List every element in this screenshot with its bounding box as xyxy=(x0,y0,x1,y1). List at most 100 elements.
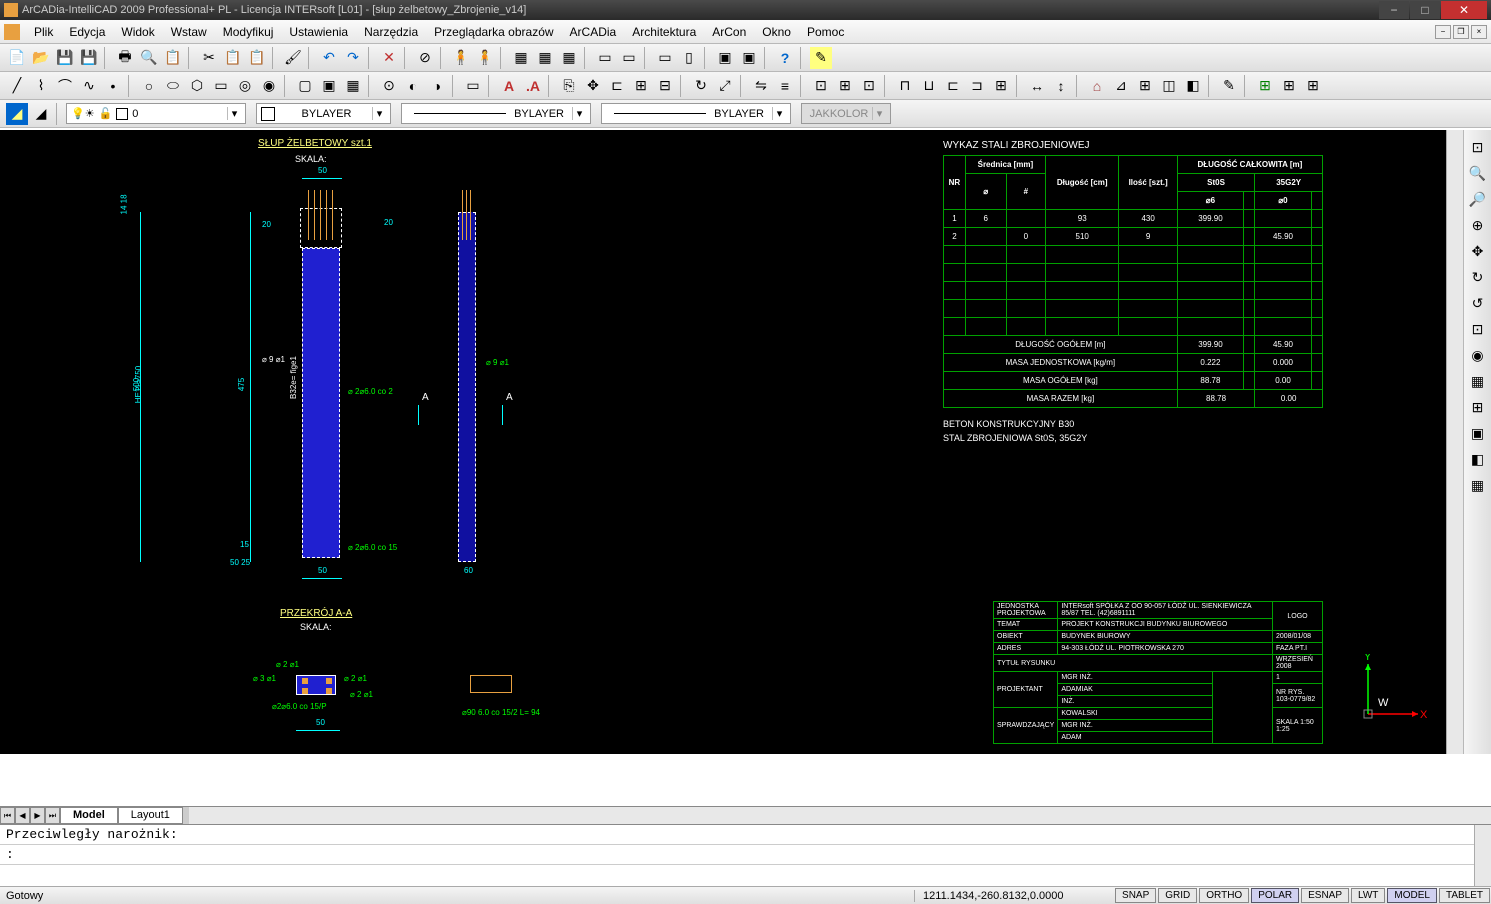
drawing-canvas[interactable]: SŁUP ŻELBETOWY szt.1 SKALA: 50 14 18 HE1… xyxy=(0,130,1463,754)
exp3-icon[interactable]: ⊞ xyxy=(1302,75,1324,97)
menu-wstaw[interactable]: Wstaw xyxy=(163,23,215,41)
regen-icon[interactable]: ↻ xyxy=(1467,266,1489,288)
menu-edycja[interactable]: Edycja xyxy=(61,23,113,41)
close-button[interactable]: ✕ xyxy=(1441,1,1487,19)
menu-architektura[interactable]: Architektura xyxy=(624,23,704,41)
pan-icon[interactable]: ✥ xyxy=(1467,240,1489,262)
menu-widok[interactable]: Widok xyxy=(113,23,162,41)
tab-prev[interactable]: ◀ xyxy=(15,807,30,824)
grid2-icon[interactable]: ▦ xyxy=(534,47,556,69)
hscrollbar[interactable] xyxy=(189,807,1491,824)
linetype-dropdown[interactable]: BYLAYER ▾ xyxy=(401,103,591,124)
spline-icon[interactable]: ∿ xyxy=(78,75,100,97)
print-icon[interactable]: 🖶 xyxy=(114,47,136,69)
ellipse-icon[interactable]: ⬭ xyxy=(162,75,184,97)
rect-icon[interactable]: ▭ xyxy=(210,75,232,97)
help-icon[interactable]: ? xyxy=(774,47,796,69)
status-ortho[interactable]: ORTHO xyxy=(1199,888,1249,903)
preview-icon[interactable]: 🔍 xyxy=(138,47,160,69)
menu-przegladarka[interactable]: Przeglądarka obrazów xyxy=(426,23,561,41)
tab-first[interactable]: ⏮ xyxy=(0,807,15,824)
cmd-scrollbar[interactable] xyxy=(1474,825,1491,886)
arch1-icon[interactable]: ⌂ xyxy=(1086,75,1108,97)
text-icon[interactable]: ◑ xyxy=(426,75,448,97)
zoom-out-icon[interactable]: 🔎 xyxy=(1467,188,1489,210)
array-icon[interactable]: ⊞ xyxy=(630,75,652,97)
command-window[interactable]: Przeciwległy narożnik: : xyxy=(0,824,1491,886)
arch2-icon[interactable]: ⊿ xyxy=(1110,75,1132,97)
table-icon[interactable]: ▭ xyxy=(462,75,484,97)
donut-icon[interactable]: ◉ xyxy=(258,75,280,97)
cut-icon[interactable]: ✂ xyxy=(198,47,220,69)
mdi-close[interactable]: × xyxy=(1471,25,1487,39)
status-tablet[interactable]: TABLET xyxy=(1439,888,1490,903)
layerstate-icon[interactable]: ◢ xyxy=(30,103,52,125)
tab-layout1[interactable]: Layout1 xyxy=(118,807,183,824)
vp-icon[interactable]: ▦ xyxy=(1467,370,1489,392)
copy-icon[interactable]: 📋 xyxy=(222,47,244,69)
chamfer-icon[interactable]: ⊐ xyxy=(966,75,988,97)
vp2-icon[interactable]: ▯ xyxy=(678,47,700,69)
tab-last[interactable]: ⏭ xyxy=(45,807,60,824)
arch4-icon[interactable]: ◫ xyxy=(1158,75,1180,97)
dim-icon[interactable]: ⊙ xyxy=(378,75,400,97)
render-icon[interactable]: ⊞ xyxy=(1467,396,1489,418)
layers-icon[interactable]: ◢ xyxy=(6,103,28,125)
wand-icon[interactable]: ✎ xyxy=(1218,75,1240,97)
redraw-icon[interactable]: ↺ xyxy=(1467,292,1489,314)
layers2-icon[interactable]: ▦ xyxy=(1467,474,1489,496)
trim-icon[interactable]: ⊓ xyxy=(894,75,916,97)
exp2-icon[interactable]: ⊞ xyxy=(1278,75,1300,97)
3dorbit-icon[interactable]: ◉ xyxy=(1467,344,1489,366)
delete-icon[interactable]: ✕ xyxy=(378,47,400,69)
grid1-icon[interactable]: ▦ xyxy=(510,47,532,69)
maximize-button[interactable]: □ xyxy=(1410,1,1440,19)
saveall-icon[interactable]: 💾 xyxy=(78,47,100,69)
mtext-icon[interactable]: A xyxy=(498,75,520,97)
color-dropdown[interactable]: BYLAYER ▾ xyxy=(256,103,391,124)
mirror-icon[interactable]: ⊟ xyxy=(654,75,676,97)
tab-model[interactable]: Model xyxy=(60,807,118,824)
polygon-icon[interactable]: ⬡ xyxy=(186,75,208,97)
insert-icon[interactable]: ▣ xyxy=(318,75,340,97)
break-icon[interactable]: ⊏ xyxy=(942,75,964,97)
menu-modyfikuj[interactable]: Modyfikuj xyxy=(215,23,282,41)
menu-arcon[interactable]: ArCon xyxy=(704,23,754,41)
exp1-icon[interactable]: ⊞ xyxy=(1254,75,1276,97)
menu-okno[interactable]: Okno xyxy=(754,23,799,41)
tab-next[interactable]: ▶ xyxy=(30,807,45,824)
rotate-icon[interactable]: ↻ xyxy=(690,75,712,97)
layer2-icon[interactable]: ▣ xyxy=(738,47,760,69)
new-icon[interactable]: 📄 xyxy=(6,47,28,69)
menu-narzedzia[interactable]: Narzędzia xyxy=(356,23,426,41)
move-icon[interactable]: ✥ xyxy=(582,75,604,97)
pline-icon[interactable]: ⌇ xyxy=(30,75,52,97)
menu-arcadia[interactable]: ArCADia xyxy=(562,23,625,41)
redo-icon[interactable]: ↷ xyxy=(342,47,364,69)
status-esnap[interactable]: ESNAP xyxy=(1301,888,1349,903)
menu-pomoc[interactable]: Pomoc xyxy=(799,23,852,41)
block-icon[interactable]: ▢ xyxy=(294,75,316,97)
fillet-icon[interactable]: ⊡ xyxy=(858,75,880,97)
menu-plik[interactable]: Plik xyxy=(26,23,61,41)
vp1-icon[interactable]: ▭ xyxy=(654,47,676,69)
extend-icon[interactable]: ⊔ xyxy=(918,75,940,97)
undo-icon[interactable]: ↶ xyxy=(318,47,340,69)
arc-icon[interactable]: ⌒ xyxy=(54,75,76,97)
offset-icon[interactable]: ⊏ xyxy=(606,75,628,97)
hide-icon[interactable]: ◧ xyxy=(1467,448,1489,470)
scale-icon[interactable]: ⤢ xyxy=(714,75,736,97)
zoom-in-icon[interactable]: 🔍 xyxy=(1467,162,1489,184)
cmd-prompt[interactable]: : xyxy=(0,845,1491,865)
status-snap[interactable]: SNAP xyxy=(1115,888,1156,903)
status-polar[interactable]: POLAR xyxy=(1251,888,1299,903)
status-model[interactable]: MODEL xyxy=(1387,888,1437,903)
app-menu-icon[interactable] xyxy=(4,24,20,40)
menu-ustawienia[interactable]: Ustawienia xyxy=(281,23,356,41)
join-icon[interactable]: ⊞ xyxy=(990,75,1012,97)
zoom-win-icon[interactable]: ⊕ xyxy=(1467,214,1489,236)
line-icon[interactable]: ╱ xyxy=(6,75,28,97)
dim1-icon[interactable]: ↔ xyxy=(1026,75,1048,97)
grid3-icon[interactable]: ▦ xyxy=(558,47,580,69)
arch3-icon[interactable]: ⊞ xyxy=(1134,75,1156,97)
